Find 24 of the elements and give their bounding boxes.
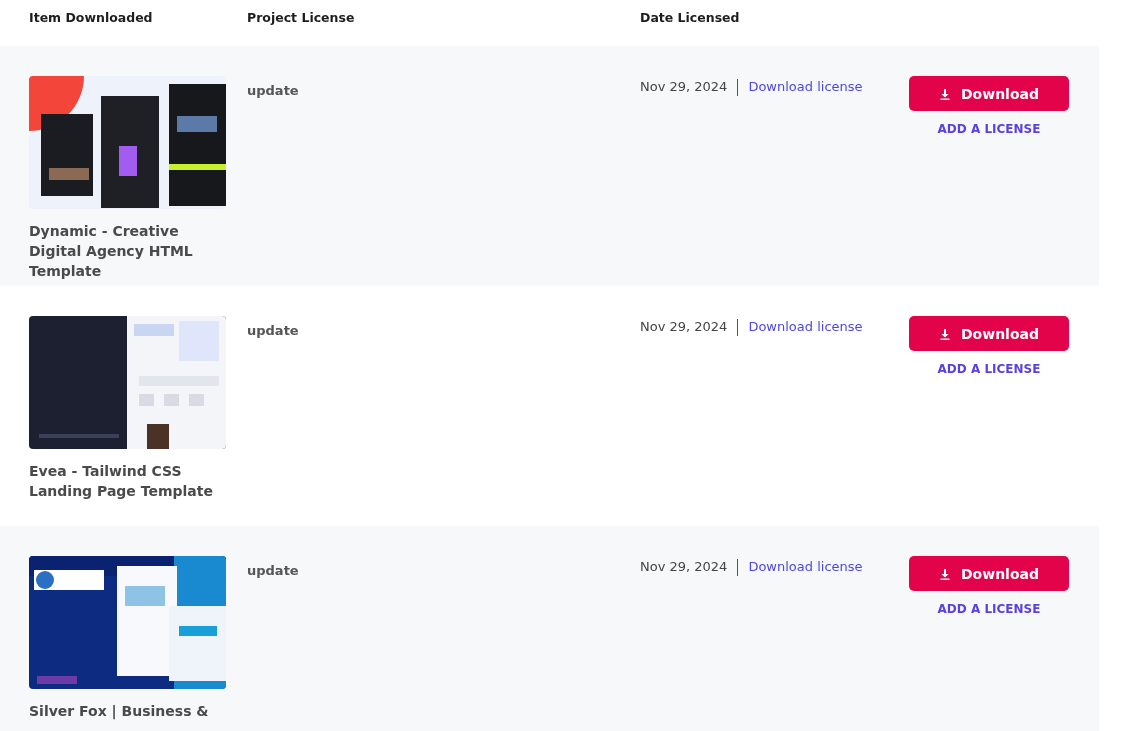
download-icon [939, 567, 951, 580]
column-header: Date Licensed [640, 10, 741, 25]
download-button[interactable]: Download [909, 556, 1069, 591]
download-button[interactable]: Download [909, 316, 1069, 351]
download-button[interactable]: Download [909, 76, 1069, 111]
download-icon [939, 327, 951, 340]
item-title: Silver Fox | Business & [29, 702, 210, 721]
license-date: Nov 29, 2024 [640, 319, 739, 336]
download-icon [939, 87, 951, 100]
add-license-link[interactable]: ADD A LICENSE [937, 122, 1041, 136]
download-license-link[interactable]: Download license [738, 559, 863, 574]
license-date: Nov 29, 2024 [640, 559, 739, 576]
license-type: update [247, 563, 299, 578]
add-license-link[interactable]: ADD A LICENSE [937, 362, 1041, 376]
download-license-link[interactable]: Download license [738, 319, 863, 334]
item-title: Evea - Tailwind CSS Landing Page Template [29, 462, 214, 501]
license-date: Nov 29, 2024 [640, 79, 739, 96]
add-license-link[interactable]: ADD A LICENSE [937, 602, 1041, 616]
license-type: update [247, 83, 299, 98]
column-header: Project License [247, 10, 356, 25]
license-type: update [247, 323, 299, 338]
column-header: Item Downloaded [29, 10, 154, 25]
item-title: Dynamic - Creative Digital Agency HTML Template [29, 222, 194, 281]
download-license-link[interactable]: Download license [738, 79, 863, 94]
